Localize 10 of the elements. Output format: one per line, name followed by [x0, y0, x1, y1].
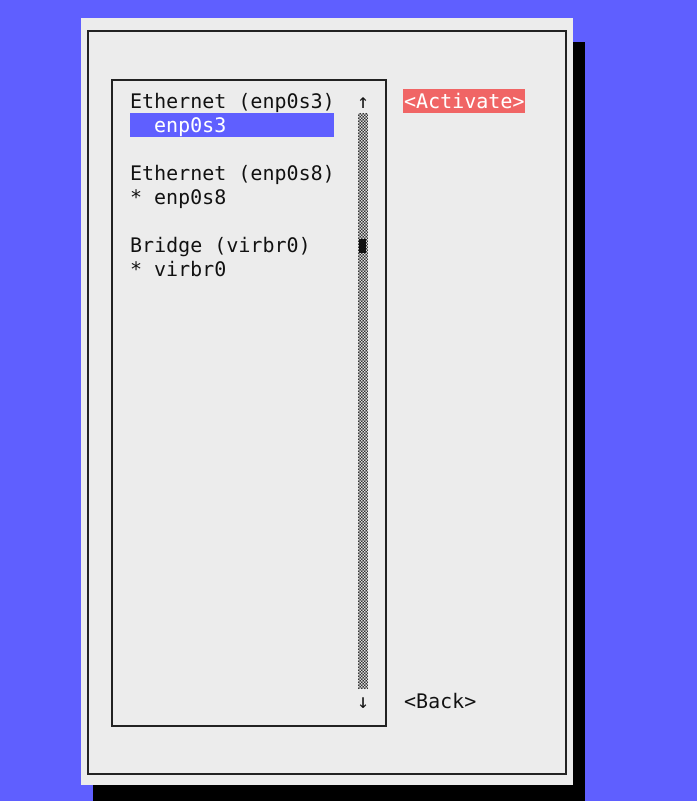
connection-type-header: Ethernet (enp0s3): [130, 89, 334, 113]
scroll-down-arrow[interactable]: ↓: [356, 689, 370, 713]
connection-type-header: Bridge (virbr0): [130, 233, 312, 257]
connection-item[interactable]: enp0s3: [130, 113, 334, 137]
connection-item[interactable]: * enp0s8: [130, 185, 334, 209]
scroll-up-arrow[interactable]: ↑: [356, 89, 370, 113]
action-button[interactable]: <Back>: [403, 689, 478, 713]
connection-type-header: Ethernet (enp0s8): [130, 161, 334, 185]
connection-item[interactable]: * virbr0: [130, 257, 334, 281]
scrollbar-thumb[interactable]: [359, 239, 366, 253]
